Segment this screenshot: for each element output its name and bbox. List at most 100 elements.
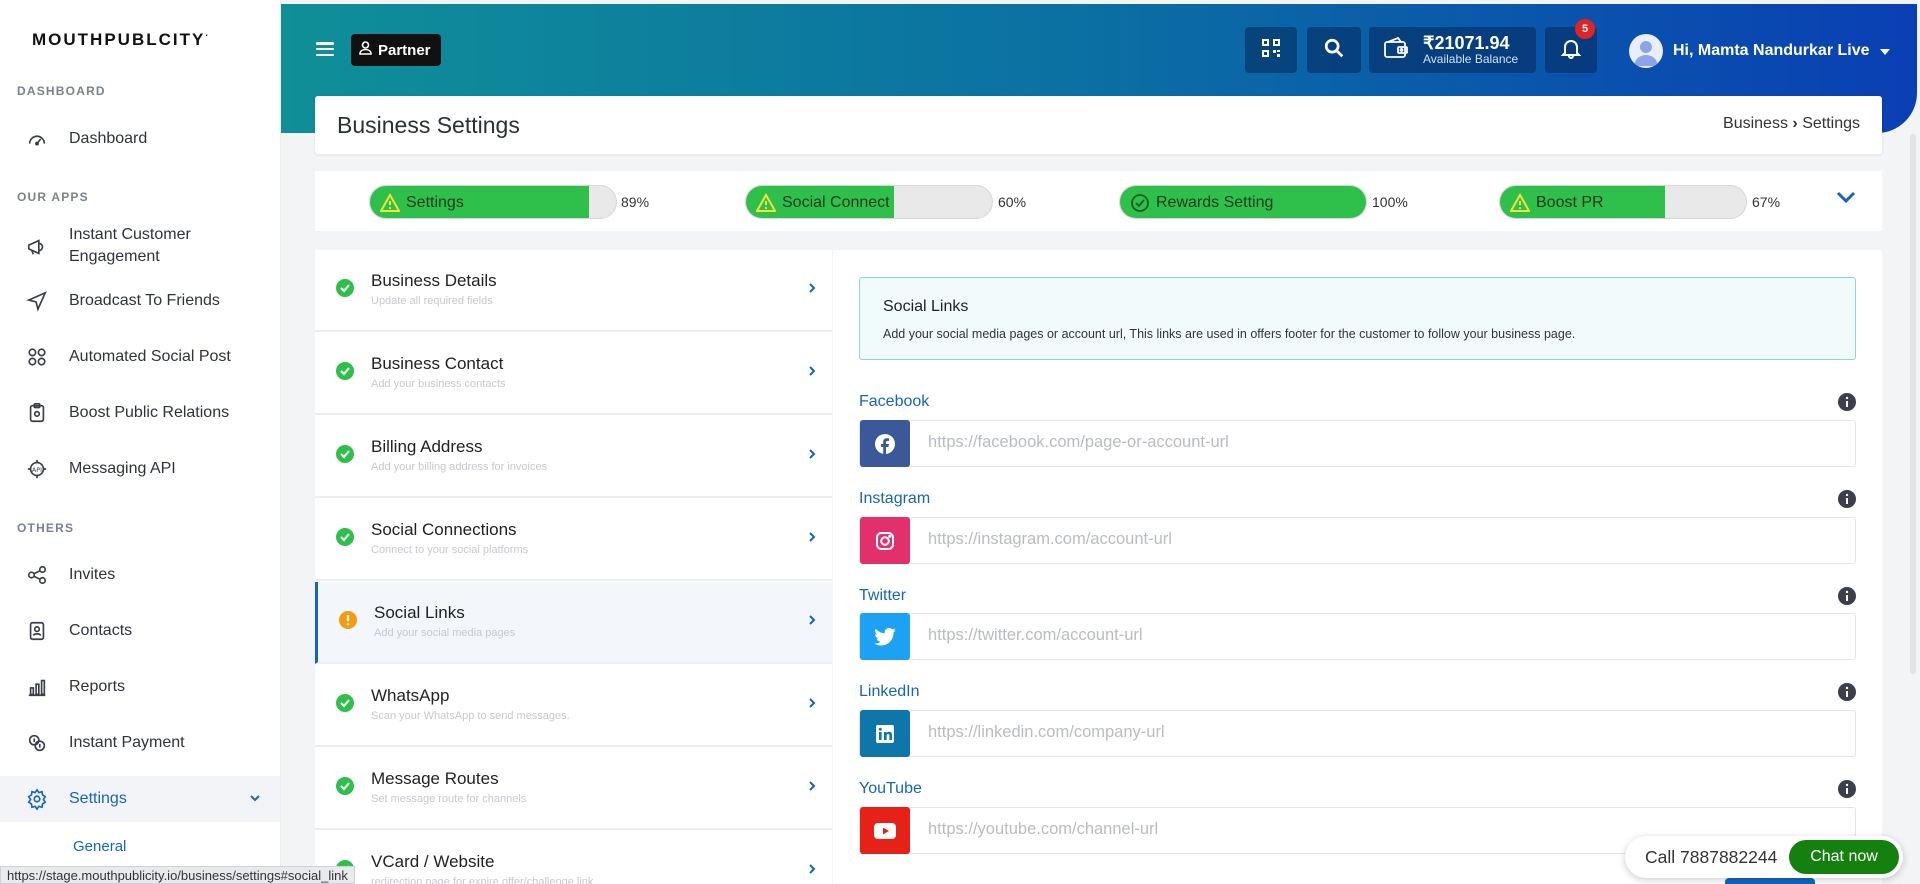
sidebar-item-label: Messaging API (69, 460, 176, 477)
info-box-text: Add your social media pages or account u… (883, 327, 1576, 341)
warning-icon (379, 192, 401, 213)
section-label-others: OTHERS (17, 521, 75, 535)
youtube-label: YouTube (859, 780, 922, 797)
contact-card-icon (24, 618, 50, 644)
qr-code-icon (1261, 38, 1281, 63)
progress-label: Settings (406, 194, 464, 211)
progress-label: Boost PR (1536, 194, 1604, 211)
progress-percent: 89% (621, 194, 650, 210)
linkedin-label: LinkedIn (859, 683, 920, 700)
breadcrumb-separator: › (1792, 115, 1798, 132)
info-icon[interactable] (1838, 393, 1856, 411)
twitter-url-input[interactable] (928, 626, 1828, 645)
sidebar-subitem-general[interactable]: General (73, 838, 126, 855)
linkedin-icon (860, 710, 910, 757)
check-circle-icon (336, 445, 354, 463)
progress-percent: 100% (1372, 194, 1408, 210)
info-icon[interactable] (1838, 780, 1856, 798)
bell-icon (1560, 37, 1582, 64)
instagram-label: Instagram (859, 490, 931, 507)
page-title-bar: Business Settings Business › Settings (315, 96, 1882, 154)
partner-label: Partner (378, 41, 431, 59)
sidebar-item-reports[interactable]: Reports (0, 674, 280, 700)
instagram-url-input[interactable] (928, 530, 1828, 549)
progress-pill-social-connect[interactable]: Social Connect (745, 185, 993, 219)
breadcrumb-current: Settings (1802, 115, 1860, 132)
menu-item-business-contact[interactable]: Business Contact Add your business conta… (315, 333, 832, 415)
menu-item-title: Billing Address (371, 437, 483, 456)
menu-item-message-routes[interactable]: Message Routes Set message route for cha… (315, 748, 832, 830)
twitter-icon (860, 613, 910, 660)
page-scrollbar[interactable] (1910, 134, 1916, 674)
api-icon: API (24, 456, 50, 482)
menu-item-social-links[interactable]: Social Links Add your social media pages (315, 582, 832, 664)
menu-item-vcard-website[interactable]: VCard / Website redirection page for exp… (315, 831, 832, 884)
chevron-down-icon[interactable] (249, 792, 261, 807)
save-button-edge[interactable] (1725, 878, 1815, 884)
avatar (1629, 34, 1663, 68)
sidebar-item-contacts[interactable]: Contacts (0, 618, 280, 644)
sidebar-item-label: Invites (69, 566, 116, 583)
wallet-icon (1383, 36, 1409, 65)
menu-item-billing-address[interactable]: Billing Address Add your billing address… (315, 416, 832, 498)
search-button[interactable] (1307, 27, 1361, 73)
brand-mark: · (205, 30, 211, 41)
user-greeting: Hi, Mamta Nandurkar Live (1673, 42, 1870, 59)
call-phone-text[interactable]: Call 7887882244 (1645, 847, 1777, 868)
facebook-label: Facebook (859, 393, 930, 410)
chat-now-button[interactable]: Chat now (1789, 840, 1899, 874)
section-label-dashboard: DASHBOARD (17, 84, 106, 98)
menu-item-subtitle: Scan your WhatsApp to send messages. (371, 710, 570, 722)
menu-item-social-connections[interactable]: Social Connections Connect to your socia… (315, 499, 832, 581)
payment-icon (24, 730, 50, 756)
bar-chart-icon (24, 674, 50, 700)
menu-item-business-details[interactable]: Business Details Update all required fie… (315, 250, 832, 332)
hamburger-menu-icon[interactable] (316, 42, 334, 56)
wallet-balance[interactable]: ₹21071.94 Available Balance (1369, 27, 1536, 73)
info-icon[interactable] (1838, 490, 1856, 508)
check-circle-icon (336, 694, 354, 712)
user-outline-icon (359, 41, 372, 59)
menu-item-subtitle: Update all required fields (371, 295, 493, 307)
sidebar-item-settings[interactable]: Settings (0, 776, 280, 822)
clipboard-icon (24, 400, 50, 426)
progress-pill-boost-pr[interactable]: Boost PR (1499, 185, 1747, 219)
caret-down-icon (1879, 42, 1890, 60)
menu-item-subtitle: Add your business contacts (371, 378, 506, 390)
sidebar-item-automated-social-post[interactable]: Automated Social Post (0, 344, 280, 370)
info-icon[interactable] (1838, 683, 1856, 701)
chevron-down-icon[interactable] (1836, 190, 1856, 209)
linkedin-url-input[interactable] (928, 723, 1828, 742)
page-title: Business Settings (337, 112, 520, 138)
menu-item-whatsapp[interactable]: WhatsApp Scan your WhatsApp to send mess… (315, 665, 832, 747)
sidebar-item-invites[interactable]: Invites (0, 562, 280, 588)
sidebar-item-messaging-api[interactable]: API Messaging API (0, 456, 280, 482)
status-bar-url: https://stage.mouthpublicity.io/business… (0, 866, 355, 884)
sidebar-item-instant-customer-engagement[interactable]: Instant Customer Engagement (0, 224, 280, 270)
partner-badge[interactable]: Partner (351, 34, 441, 66)
user-menu[interactable]: Hi, Mamta Nandurkar Live (1629, 34, 1890, 68)
chevron-right-icon (808, 447, 816, 465)
qr-code-button[interactable] (1245, 27, 1297, 73)
progress-pill-rewards-setting[interactable]: Rewards Setting (1119, 185, 1367, 219)
menu-item-title: Business Details (371, 271, 497, 290)
sidebar-item-broadcast-to-friends[interactable]: Broadcast To Friends (0, 288, 280, 314)
chevron-right-icon (808, 281, 816, 299)
brand-logo[interactable]: MOUTHPUBLCITY· (32, 30, 210, 50)
info-icon[interactable] (1838, 587, 1856, 605)
progress-pill-settings[interactable]: Settings (369, 185, 617, 219)
sidebar-item-instant-payment[interactable]: Instant Payment (0, 730, 280, 756)
facebook-url-input[interactable] (928, 433, 1828, 452)
check-circle-icon (336, 528, 354, 546)
sidebar-item-label: Boost Public Relations (69, 404, 230, 421)
sidebar-item-label: Instant Payment (69, 734, 185, 751)
chevron-right-icon (808, 530, 816, 548)
sidebar-item-boost-public-relations[interactable]: Boost Public Relations (0, 400, 280, 426)
sidebar-item-dashboard[interactable]: Dashboard (0, 126, 280, 152)
chevron-right-icon (808, 613, 816, 631)
notifications-button[interactable]: 5 (1545, 19, 1597, 73)
progress-label: Rewards Setting (1156, 194, 1274, 211)
breadcrumb-parent[interactable]: Business (1723, 115, 1788, 132)
megaphone-icon (24, 234, 50, 260)
menu-item-title: Message Routes (371, 769, 499, 788)
